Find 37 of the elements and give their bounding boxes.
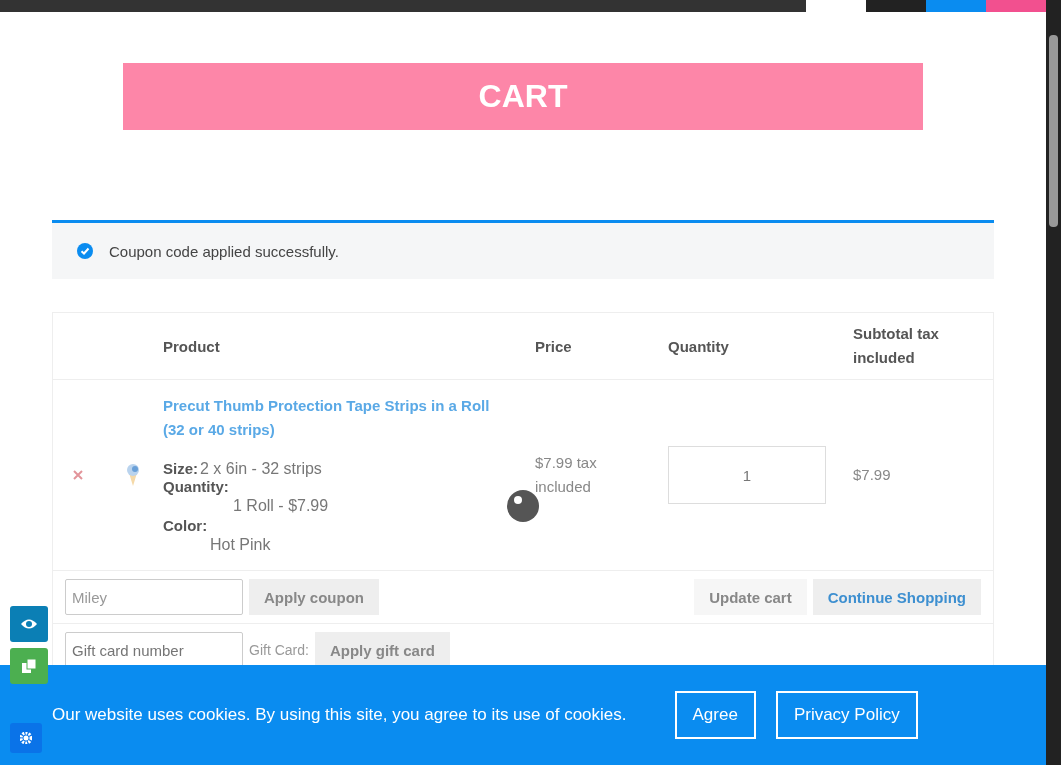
column-header: Subtotal tax included <box>853 325 939 366</box>
attribute-label: Color: <box>163 517 208 534</box>
agree-button[interactable]: Agree <box>674 691 756 739</box>
notice-text: Coupon code applied successfully. <box>109 242 339 260</box>
product-thumbnail-icon <box>124 463 142 487</box>
settings-icon <box>20 732 32 744</box>
attribute-value: 2 x 6in - 32 strips <box>200 460 322 477</box>
cookie-text: Our website uses cookies. By using this site, you agree to its use of cookies. <box>52 705 627 725</box>
column-header: Product <box>163 337 220 355</box>
checkmark-icon <box>77 243 93 259</box>
attribute-value: 1 Roll - $7.99 <box>232 496 329 516</box>
copy-button[interactable] <box>10 648 48 684</box>
settings-button[interactable] <box>10 723 42 753</box>
attribute-label: Size: <box>163 460 198 477</box>
gift-card-label: Gift Card: <box>249 642 309 658</box>
column-header: Price <box>535 337 572 355</box>
apply-coupon-button[interactable]: Apply coupon <box>249 579 379 615</box>
eye-button[interactable] <box>10 606 48 642</box>
coupon-field[interactable]: Miley <box>65 579 243 615</box>
quantity-field[interactable]: 1 <box>668 446 826 504</box>
scrollbar[interactable] <box>1046 0 1061 765</box>
copy-icon <box>21 658 37 674</box>
apply-gift-card-button[interactable]: Apply gift card <box>314 632 450 668</box>
page-title: CART <box>123 63 923 130</box>
attribute-value: Hot Pink <box>209 535 271 555</box>
continue-shopping-button[interactable]: Continue Shopping <box>812 579 981 615</box>
privacy-policy-button[interactable]: Privacy Policy <box>775 691 918 739</box>
subtotal-text: $7.99 <box>853 466 891 483</box>
loading-spinner-icon <box>507 490 539 522</box>
product-link[interactable]: Precut Thumb Protection Tape Strips in a Roll (32 or 40 strips) <box>163 394 503 442</box>
column-header: Quantity <box>668 337 729 355</box>
remove-icon[interactable] <box>73 470 83 480</box>
price-text: $7.99 tax included <box>535 453 598 497</box>
gift-card-field[interactable]: Gift card number <box>65 632 243 668</box>
eye-icon <box>20 618 38 630</box>
update-cart-button[interactable]: Update cart <box>694 579 807 615</box>
attribute-label: Quantity: <box>163 478 229 495</box>
